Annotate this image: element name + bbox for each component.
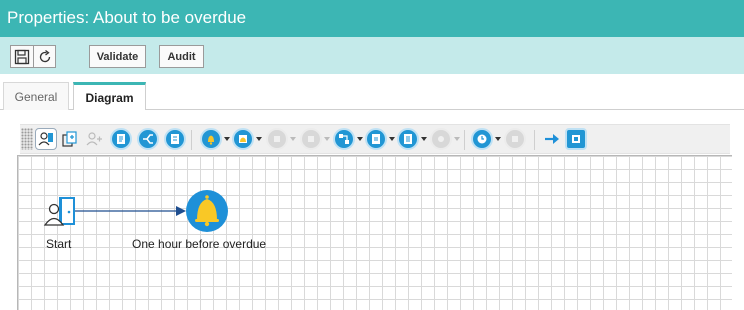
start-node-label: Start: [46, 237, 72, 251]
start-node[interactable]: [43, 197, 75, 226]
reminder-node[interactable]: [186, 190, 228, 232]
connector-arrow[interactable]: [75, 206, 186, 216]
reminder-node-label: One hour before overdue: [132, 237, 267, 251]
start-door-icon: [43, 197, 75, 226]
diagram-overlay: [43, 190, 228, 232]
